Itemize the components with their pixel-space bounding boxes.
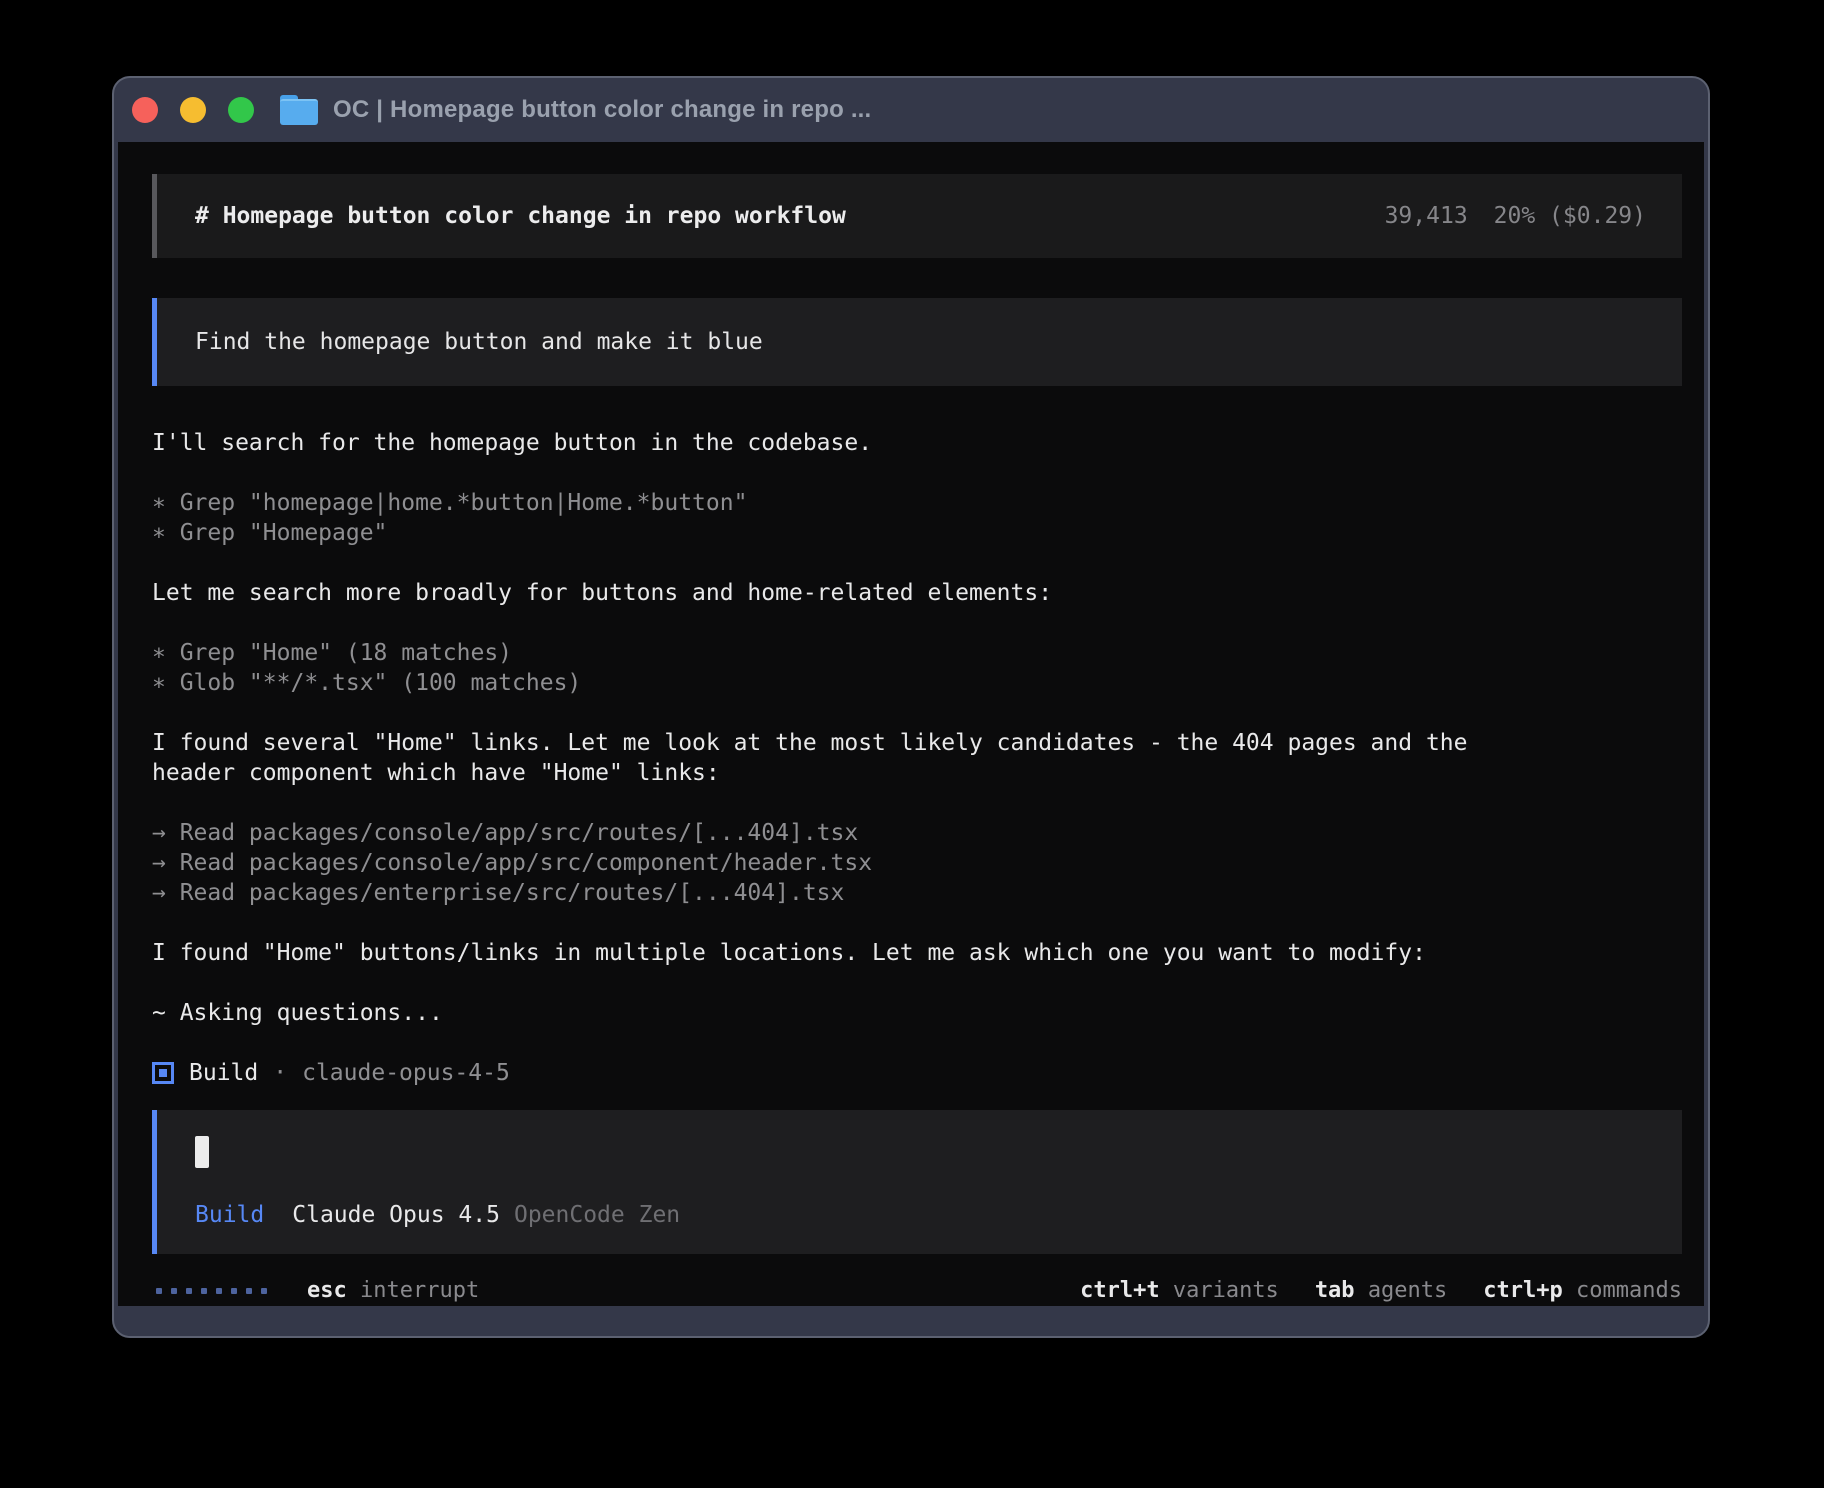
assistant-text: I'll search for the homepage button in t… xyxy=(152,428,1682,458)
tool-call-read: → Read packages/enterprise/src/routes/[.… xyxy=(152,878,1682,908)
status-footer: esc interrupt ctrl+t variants tab agents… xyxy=(152,1276,1682,1306)
token-count: 39,413 xyxy=(1385,201,1468,231)
assistant-text: header component which have "Home" links… xyxy=(152,758,1682,788)
context-usage: 20% ($0.29) xyxy=(1494,201,1646,231)
assistant-text: Let me search more broadly for buttons a… xyxy=(152,578,1682,608)
tool-call-glob: ∗ Glob "**/*.tsx" (100 matches) xyxy=(152,668,1682,698)
hint-commands: ctrl+p commands xyxy=(1483,1276,1682,1306)
hint-agents: tab agents xyxy=(1315,1276,1447,1306)
window-titlebar[interactable]: OC | Homepage button color change in rep… xyxy=(118,78,1704,142)
traffic-lights xyxy=(132,97,254,123)
terminal-content[interactable]: # Homepage button color change in repo w… xyxy=(118,142,1704,1306)
input-meta: Build Claude Opus 4.5 OpenCode Zen xyxy=(195,1200,1644,1230)
agent-mode-label: Build xyxy=(195,1200,264,1230)
provider-label: OpenCode Zen xyxy=(514,1200,680,1230)
separator-dot: · xyxy=(273,1058,287,1088)
traffic-light-minimize[interactable] xyxy=(180,97,206,123)
text-cursor xyxy=(195,1136,209,1168)
tool-call-grep: ∗ Grep "Home" (18 matches) xyxy=(152,638,1682,668)
hint-interrupt: esc interrupt xyxy=(307,1276,479,1306)
user-message: Find the homepage button and make it blu… xyxy=(152,298,1682,386)
model-label: Claude Opus 4.5 xyxy=(292,1200,500,1230)
session-title: # Homepage button color change in repo w… xyxy=(195,201,846,231)
tool-call-grep: ∗ Grep "homepage|home.*button|Home.*butt… xyxy=(152,488,1682,518)
progress-dots xyxy=(156,1288,267,1294)
session-stats: 39,413 20% ($0.29) xyxy=(1385,201,1646,231)
transcript: I'll search for the homepage button in t… xyxy=(152,428,1682,1088)
hint-variants: ctrl+t variants xyxy=(1080,1276,1279,1306)
agent-status-line: Build · claude-opus-4-5 xyxy=(152,1058,1682,1088)
footer-shortcuts: ctrl+t variants tab agents ctrl+p comman… xyxy=(1080,1276,1682,1306)
user-message-text: Find the homepage button and make it blu… xyxy=(195,327,763,357)
session-header: # Homepage button color change in repo w… xyxy=(152,174,1682,258)
assistant-status-text: ~ Asking questions... xyxy=(152,998,1682,1028)
window-title: OC | Homepage button color change in rep… xyxy=(333,96,871,124)
tool-call-grep: ∗ Grep "Homepage" xyxy=(152,518,1682,548)
traffic-light-zoom[interactable] xyxy=(228,97,254,123)
folder-icon xyxy=(280,95,318,125)
tool-call-read: → Read packages/console/app/src/componen… xyxy=(152,848,1682,878)
agent-name: Build xyxy=(189,1058,258,1088)
tool-call-read: → Read packages/console/app/src/routes/[… xyxy=(152,818,1682,848)
model-id: claude-opus-4-5 xyxy=(302,1058,510,1088)
agent-icon xyxy=(152,1062,174,1084)
assistant-text: I found several "Home" links. Let me loo… xyxy=(152,728,1682,758)
app-window: OC | Homepage button color change in rep… xyxy=(112,76,1710,1338)
assistant-text: I found "Home" buttons/links in multiple… xyxy=(152,938,1682,968)
traffic-light-close[interactable] xyxy=(132,97,158,123)
prompt-input[interactable]: Build Claude Opus 4.5 OpenCode Zen xyxy=(152,1110,1682,1254)
